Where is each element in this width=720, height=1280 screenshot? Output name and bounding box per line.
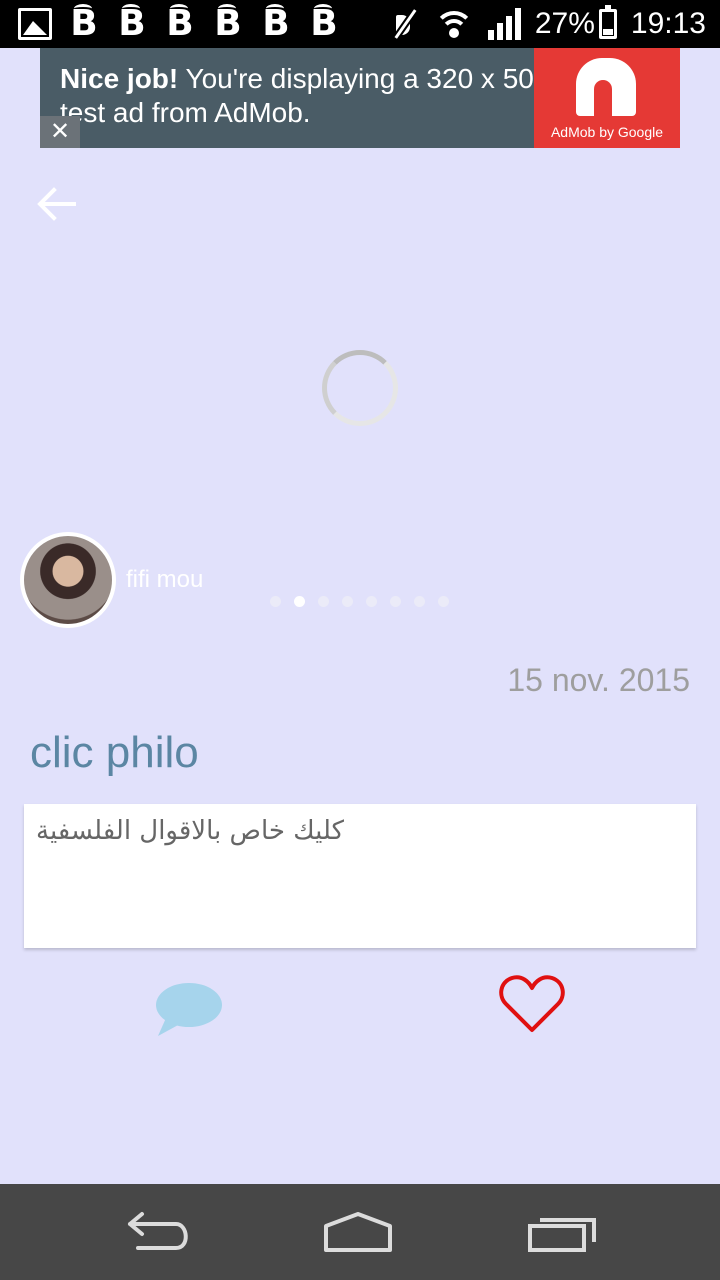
clock: 19:13 [630, 7, 706, 40]
back-button[interactable] [34, 184, 78, 224]
pager-dot[interactable] [342, 596, 353, 607]
b-app-icon: B [260, 4, 292, 42]
system-icons: 27% 19:13 [390, 0, 706, 48]
avatar[interactable] [20, 532, 116, 628]
post-date: 15 nov. 2015 [507, 662, 690, 698]
arrow-left-icon [37, 187, 76, 221]
ad-close-button[interactable]: ✕ [40, 116, 80, 148]
mute-icon [390, 9, 420, 39]
pager-dot[interactable] [390, 596, 401, 607]
loading-spinner [322, 350, 398, 426]
pager-dot[interactable] [366, 596, 377, 607]
heart-icon [499, 975, 565, 1032]
pager-dot[interactable] [270, 596, 281, 607]
navigation-bar [0, 1184, 720, 1280]
pager-dot[interactable] [438, 596, 449, 607]
status-bar: B B B B B B 27% 19:13 [0, 0, 720, 48]
back-icon [128, 1212, 188, 1250]
ad-text: Nice job! You're displaying a 320 x 50 t… [60, 62, 540, 130]
post-title: clic philo [30, 728, 199, 777]
b-app-icon: B [164, 4, 196, 42]
pager-dot[interactable] [318, 596, 329, 607]
b-app-icon: B [212, 4, 244, 42]
nav-back-button[interactable] [124, 1202, 196, 1262]
pager-dot[interactable] [294, 596, 305, 607]
nav-home-button[interactable] [322, 1202, 394, 1262]
author-name[interactable]: fifi mou [126, 566, 203, 594]
notification-icons: B B B B B B [18, 4, 340, 42]
signal-icon [487, 8, 521, 40]
admob-logo[interactable]: AdMob by Google [534, 48, 680, 148]
pager-dots [270, 596, 449, 607]
recent-apps-icon [528, 1218, 596, 1252]
battery-percent: 27% [534, 7, 595, 40]
post-card: كليك خاص بالاقوال الفلسفية [24, 804, 696, 948]
battery-icon [598, 5, 617, 39]
pager-dot[interactable] [414, 596, 425, 607]
admob-logo-icon [576, 58, 636, 116]
ad-banner[interactable]: Nice job! You're displaying a 320 x 50 t… [40, 48, 680, 148]
b-app-icon: B [308, 4, 340, 42]
comment-button[interactable] [152, 980, 224, 1038]
ad-text-bold: Nice job! [60, 63, 179, 94]
b-app-icon: B [68, 4, 100, 42]
admob-logo-label: AdMob by Google [550, 124, 664, 140]
wifi-icon [433, 9, 474, 39]
like-button[interactable] [498, 974, 566, 1034]
home-icon [324, 1212, 392, 1252]
comment-icon [156, 983, 222, 1036]
nav-recent-button[interactable] [526, 1202, 598, 1262]
post-body: كليك خاص بالاقوال الفلسفية [36, 816, 344, 846]
b-app-icon: B [116, 4, 148, 42]
gallery-icon [18, 8, 52, 40]
